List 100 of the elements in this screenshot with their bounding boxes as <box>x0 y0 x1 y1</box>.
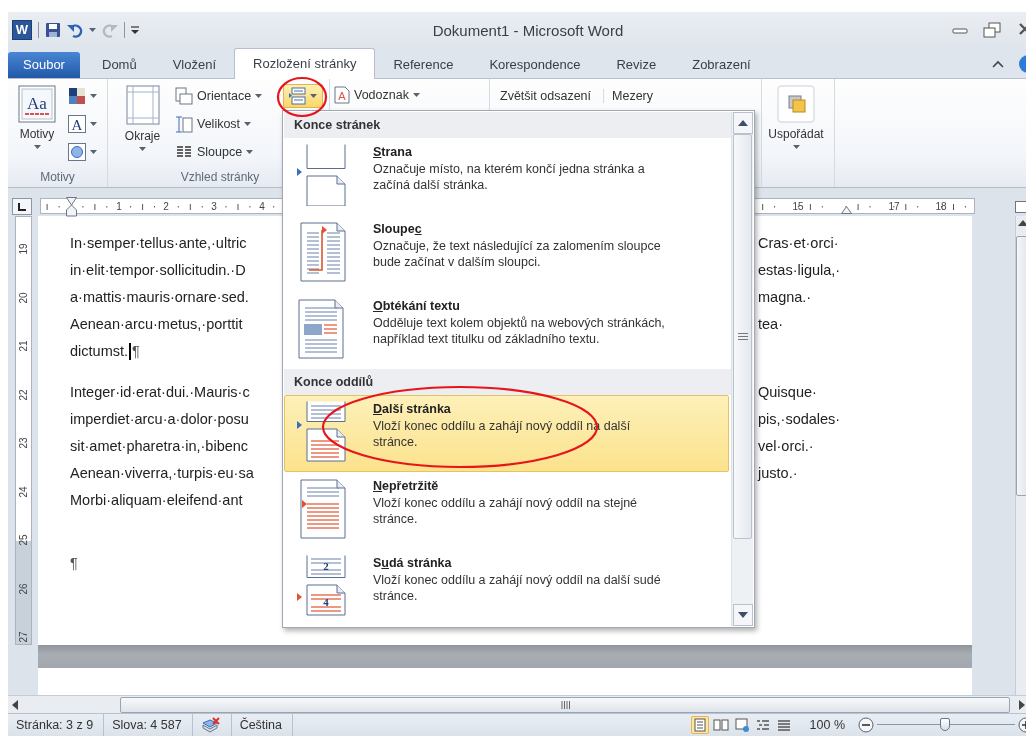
indent-marker[interactable] <box>841 206 852 214</box>
collapse-ribbon-icon[interactable] <box>992 59 1004 69</box>
scroll-down-button[interactable] <box>732 604 753 626</box>
view-draft-icon <box>775 717 792 733</box>
document-text: pis,·sodales· <box>758 410 842 429</box>
scroll-up-button[interactable] <box>732 112 753 134</box>
scrollbar-thumb[interactable] <box>120 696 1010 713</box>
pages-icon <box>175 87 193 105</box>
ribbon-tab[interactable]: Domů <box>84 52 155 78</box>
restore-button[interactable] <box>982 22 1002 38</box>
caret-icon <box>310 94 317 98</box>
page-break-icon <box>289 87 307 105</box>
view-web-icon <box>733 717 750 733</box>
document-text: Aenean·viverra,·turpis·eu·sa <box>70 464 254 483</box>
color-swatch-icon <box>68 87 86 105</box>
proofing-icon[interactable] <box>200 717 221 733</box>
page-indicator[interactable]: Stránka: 3 z 9 <box>8 714 105 736</box>
ruler-number: 15 <box>792 200 804 213</box>
ruler-number: 19 <box>17 242 30 257</box>
page-size-icon <box>175 115 193 133</box>
document-text: tea· <box>758 315 784 334</box>
menu-item[interactable]: 2 4 Sudá stránka Vloží konec oddílu a zahájí nový oddíl na další sudé stránce. <box>284 549 729 626</box>
menu-item[interactable]: Strana Označuje místo, na kterém končí jedna stránka a začíná další stránka. <box>284 138 729 215</box>
ruler-toggle-icon[interactable] <box>1015 201 1026 213</box>
ruler-number: 2 <box>163 200 169 213</box>
menu-item[interactable]: Sloupec Označuje, že text následující za zalomením sloupce bude začínat v dalším sloupci. <box>284 215 729 292</box>
ruler-number: 20 <box>17 290 30 305</box>
margins-icon <box>125 85 160 125</box>
circle-icon <box>68 143 86 161</box>
document-text: dictumst. <box>70 342 128 361</box>
caret-icon <box>89 28 96 32</box>
font-letter-icon: A <box>68 115 86 133</box>
section-label: Zvětšit odsazení <box>500 89 592 103</box>
document-text: vel·orci.· <box>758 437 815 456</box>
document-text: in·elit·tempor·sollicitudin.·D <box>70 261 246 280</box>
watermark-button[interactable]: A Vodoznak <box>334 83 420 107</box>
page-break-icon <box>295 144 349 206</box>
theme-effects-button[interactable] <box>68 140 97 164</box>
file-tab[interactable]: Soubor <box>8 52 80 78</box>
document-text: a·mattis·mauris·ornare·sed. <box>70 288 249 307</box>
scrollbar-thumb[interactable] <box>733 134 752 539</box>
section-header: Konce oddílů <box>284 369 731 395</box>
grip-icon <box>737 333 748 340</box>
watermark-icon: A <box>334 86 350 104</box>
slider-thumb[interactable] <box>939 718 950 731</box>
ruler-number: 4 <box>259 200 265 213</box>
ribbon-tab[interactable]: Zobrazení <box>674 52 769 78</box>
size-button[interactable]: Velikost <box>175 112 281 136</box>
ruler-number: 23 <box>17 436 30 451</box>
paragraph-mark: ¶ <box>70 554 78 573</box>
save-icon[interactable] <box>45 22 61 38</box>
ribbon-tab[interactable]: Vložení <box>154 52 235 78</box>
caret-icon <box>90 122 97 126</box>
customize-icon[interactable] <box>131 25 139 35</box>
ruler-number: 26 <box>17 581 30 596</box>
ruler-number: 21 <box>17 339 30 354</box>
undo-icon[interactable] <box>67 22 83 38</box>
document-text: Quisque· <box>758 383 818 402</box>
word-count[interactable]: Slova: 4 587 <box>104 714 193 736</box>
caret-icon <box>90 94 97 98</box>
theme-fonts-button[interactable]: A <box>68 112 97 136</box>
ruler-number: 17 <box>888 200 900 213</box>
view-button[interactable] <box>732 716 751 734</box>
ruler-number: 27 <box>17 630 30 645</box>
ribbon-tab[interactable]: Reference <box>375 52 472 78</box>
window-title: Dokument1 - Microsoft Word <box>432 21 624 39</box>
zoom-out-button[interactable] <box>858 717 874 733</box>
document-text: magna.· <box>758 288 813 307</box>
arrange-icon <box>777 85 815 123</box>
language-indicator[interactable]: Čeština <box>231 714 293 736</box>
tab-stop-selector[interactable] <box>12 198 32 215</box>
view-reading-icon <box>712 717 729 733</box>
orientation-button[interactable]: Orientace <box>175 84 281 108</box>
document-text: In·semper·tellus·ante,·ultric <box>70 234 247 253</box>
section-label: Mezery <box>603 89 663 103</box>
menu-item[interactable]: Obtékání textu Odděluje text kolem objektů na webových stránkách, například text titulku od základního textu. <box>284 292 729 369</box>
themes-icon: Aa <box>18 85 56 123</box>
breaks-button[interactable] <box>283 84 323 108</box>
indent-marker[interactable] <box>66 197 77 217</box>
app-logo[interactable]: W <box>12 20 32 40</box>
arrange-button[interactable]: Uspořádat <box>762 83 830 187</box>
scrollbar-thumb[interactable] <box>1016 236 1026 496</box>
ribbon-tab[interactable]: Rozložení stránky <box>234 48 376 79</box>
menu-item[interactable]: Nepřetržitě Vloží konec oddílu a zahájí nový oddíl na stejné stránce. <box>284 472 729 549</box>
ruler-number: 25 <box>17 533 30 548</box>
caret-icon <box>412 93 420 97</box>
view-button[interactable] <box>711 716 730 734</box>
group-label: Motivy <box>39 169 76 186</box>
ribbon-tab[interactable]: Korespondence <box>471 52 599 78</box>
ribbon-tab[interactable]: Revize <box>598 52 675 78</box>
document-text: Cras·et·orci· <box>758 234 840 253</box>
themes-button[interactable]: Aa Motivy <box>12 83 62 167</box>
columns-button[interactable]: Sloupce <box>175 140 281 164</box>
zoom-level[interactable]: 100 % <box>809 718 845 732</box>
view-button[interactable] <box>690 716 709 734</box>
caret-icon <box>90 150 97 154</box>
highlight-ellipse <box>276 76 328 118</box>
margins-button[interactable]: Okraje <box>115 83 170 167</box>
view-outline-icon <box>754 717 771 733</box>
caret-icon <box>246 150 254 154</box>
